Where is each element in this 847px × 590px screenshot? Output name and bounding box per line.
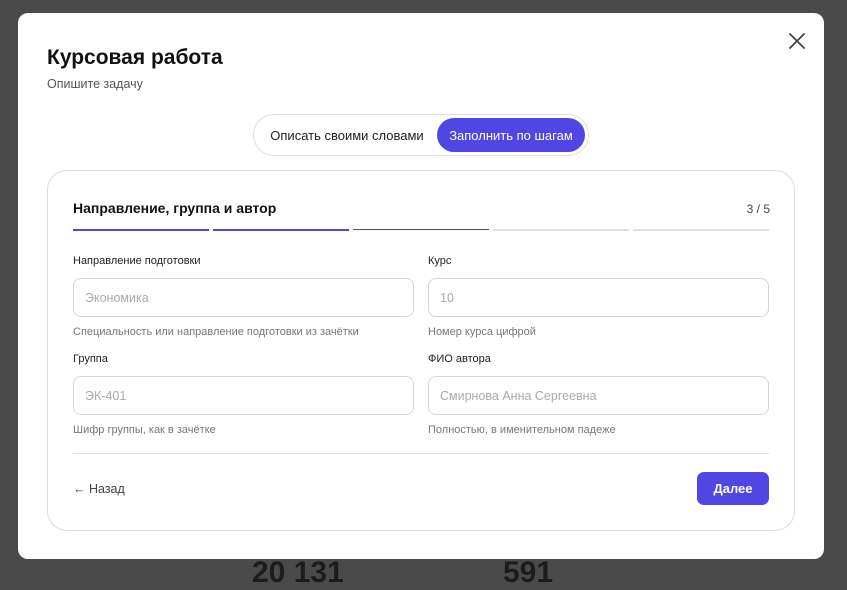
progress-segment-1 [73,229,209,231]
author-input[interactable] [428,376,769,415]
course-input[interactable] [428,278,769,317]
field-hint: Номер курса цифрой [428,326,536,338]
field-label: Группа [73,353,108,365]
mode-describe-button[interactable]: Описать своими словами [257,118,437,152]
close-icon [789,33,805,49]
direction-input[interactable] [73,278,414,317]
back-button[interactable]: ← Назад [73,482,125,496]
coursework-modal: Курсовая работа Опишите задачу Описать с… [18,13,824,559]
field-label: ФИО автора [428,353,491,365]
step-counter: 3 / 5 [746,202,770,216]
field-label: Курс [428,255,452,267]
next-button[interactable]: Далее [697,472,769,505]
divider [73,453,769,454]
modal-title: Курсовая работа [47,46,223,69]
progress-segment-2 [213,229,349,231]
modal-subtitle: Опишите задачу [47,77,143,91]
background-stat-2: 591 [503,556,554,589]
step-progress [73,229,769,231]
field-direction: Направление подготовки Специальность или… [73,255,414,338]
field-label: Направление подготовки [73,255,201,267]
field-author: ФИО автора Полностью, в именительном пад… [428,353,769,436]
field-group: Группа Шифр группы, как в зачётке [73,353,414,436]
close-button[interactable] [787,31,807,51]
field-hint: Полностью, в именительном падеже [428,424,616,436]
progress-segment-5 [633,229,769,231]
group-input[interactable] [73,376,414,415]
progress-segment-3 [353,229,489,230]
progress-segment-4 [493,229,629,231]
field-course: Курс Номер курса цифрой [428,255,769,338]
field-hint: Шифр группы, как в зачётке [73,424,216,436]
field-hint: Специальность или направление подготовки… [73,326,359,338]
mode-toggle: Описать своими словами Заполнить по шага… [253,114,589,156]
step-card: Направление, группа и автор 3 / 5 Направ… [47,170,795,531]
background-stat-1: 20 131 [252,556,344,589]
mode-steps-button[interactable]: Заполнить по шагам [437,118,585,152]
step-title: Направление, группа и автор [73,200,277,216]
